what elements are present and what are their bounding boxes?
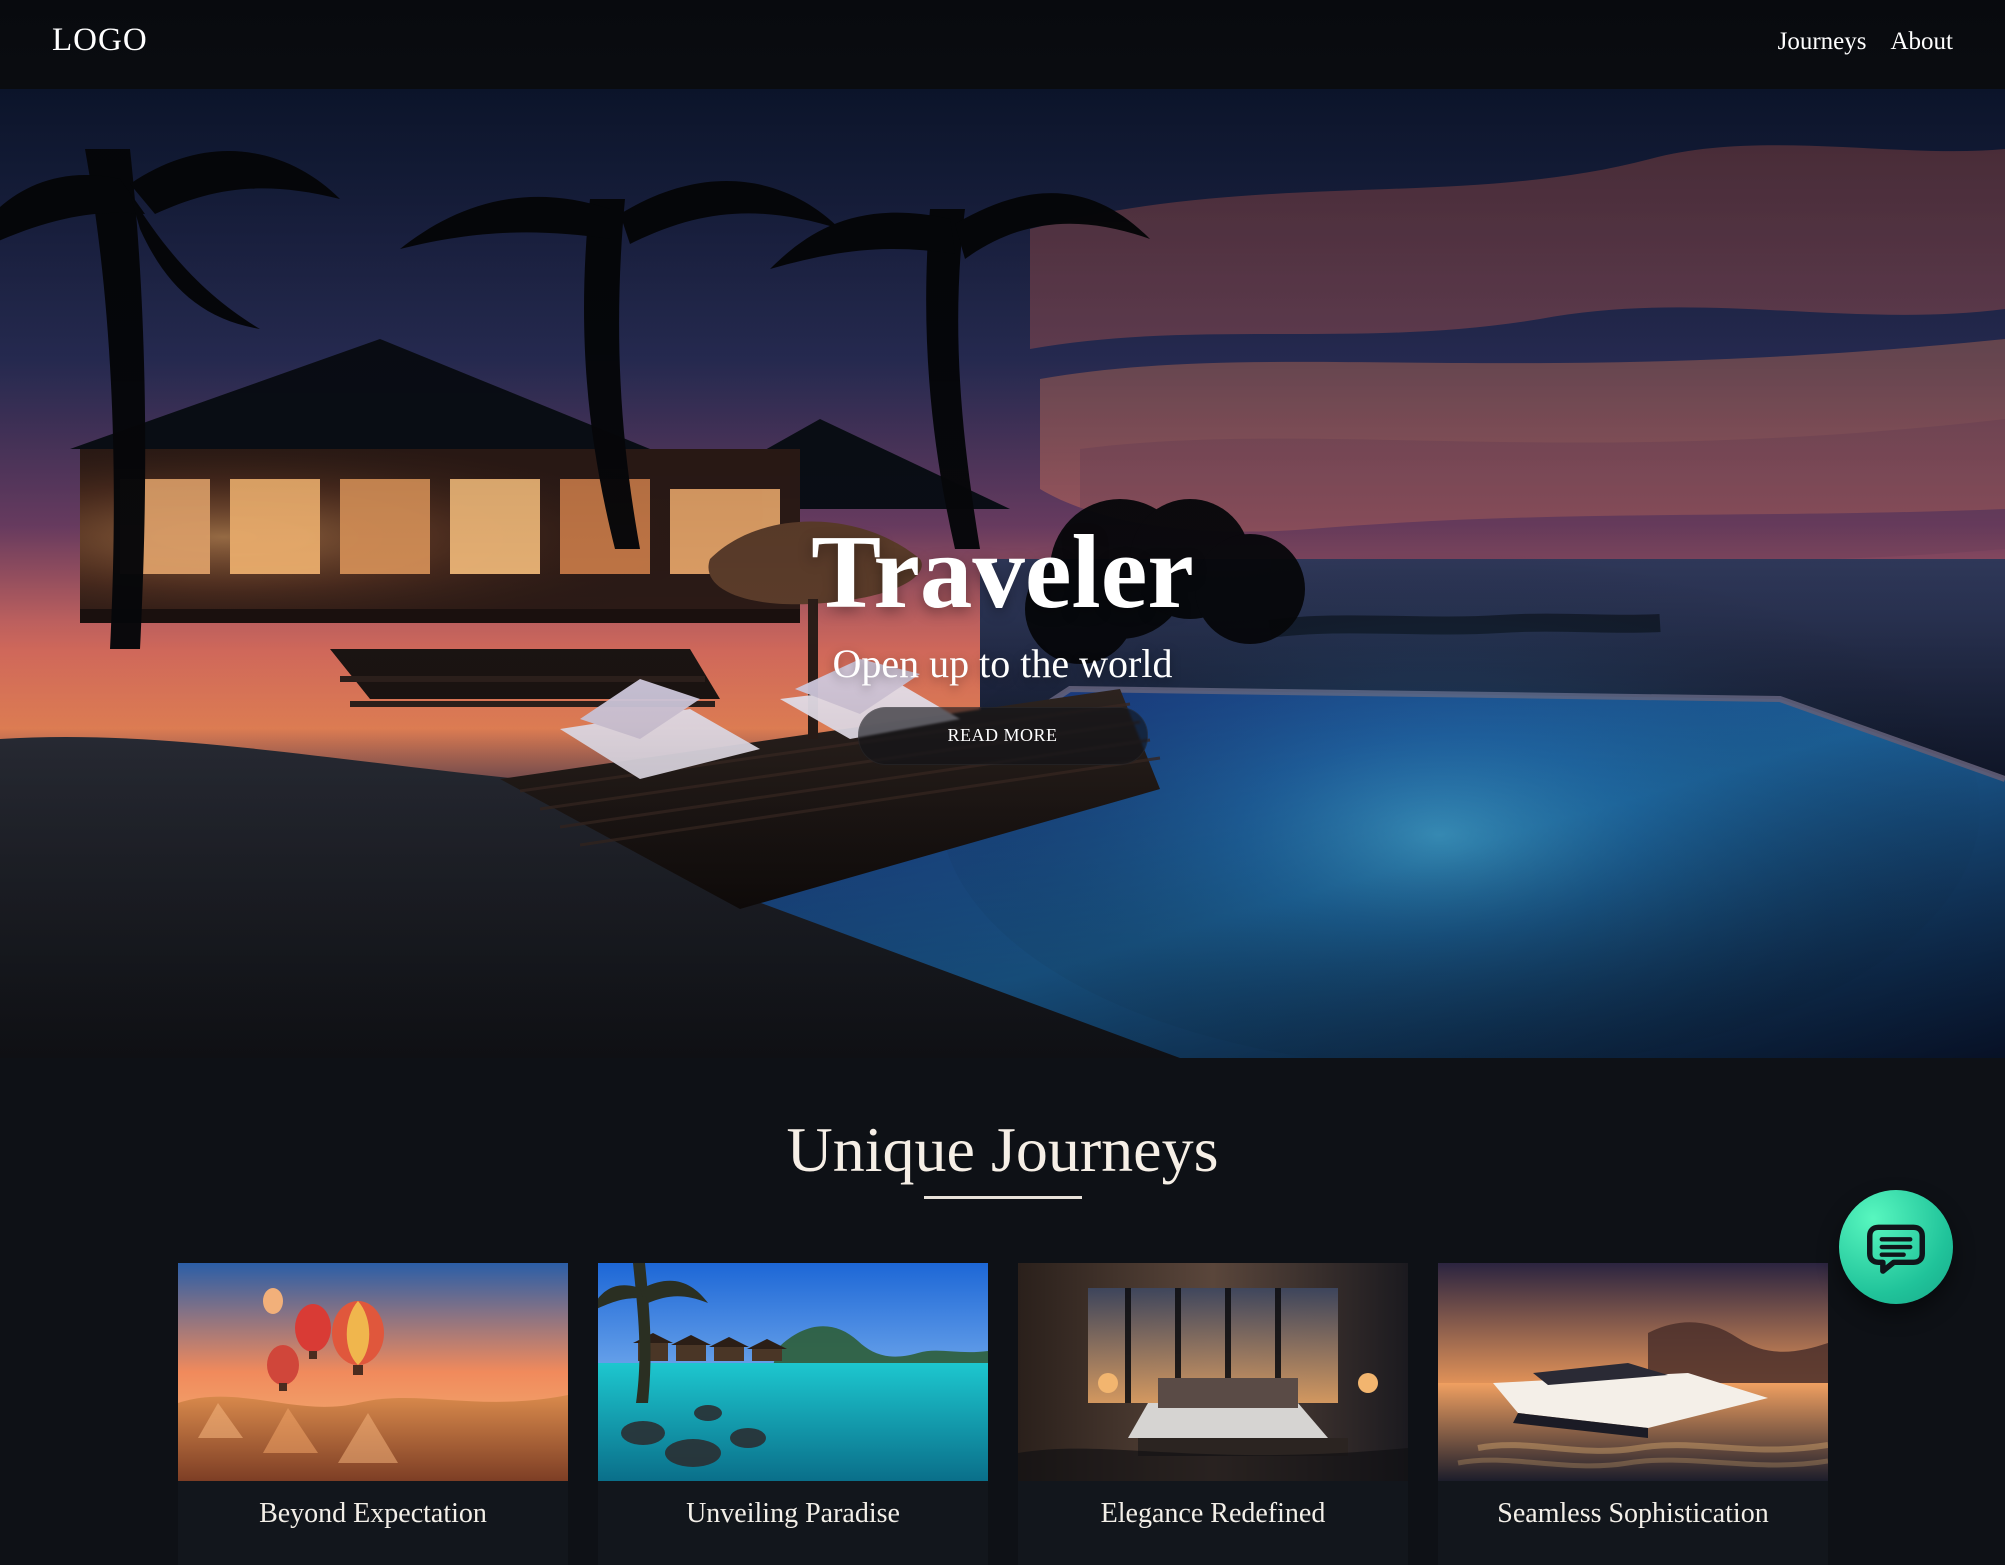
journey-card-4[interactable]: Seamless Sophistication: [1438, 1263, 1828, 1565]
top-navigation-bar: LOGO Journeys About: [0, 0, 2005, 89]
hero-banner: Traveler Open up to the world READ MORE: [0, 89, 2005, 1058]
hero-subtitle: Open up to the world: [832, 640, 1173, 686]
card-title: Beyond Expectation: [259, 1498, 487, 1529]
journey-cards: Beyond Expectation Unveiling Paradise El…: [178, 1263, 1828, 1565]
card-image-luxury-suite: [1018, 1263, 1408, 1481]
section-title: Unique Journeys: [786, 1114, 1219, 1185]
site-logo[interactable]: LOGO: [52, 22, 148, 59]
chat-button[interactable]: [1839, 1190, 1953, 1304]
card-image-overwater-bungalows: [598, 1263, 988, 1481]
journey-card-3[interactable]: Elegance Redefined: [1018, 1263, 1408, 1565]
card-image-hot-air-balloons: [178, 1263, 568, 1481]
read-more-button[interactable]: READ MORE: [857, 706, 1148, 765]
card-title: Seamless Sophistication: [1497, 1498, 1769, 1529]
nav-link-about[interactable]: About: [1891, 28, 1954, 56]
hero-title: Traveler: [811, 512, 1194, 630]
card-title: Unveiling Paradise: [686, 1498, 900, 1529]
top-nav: Journeys About: [1778, 28, 1953, 56]
card-title: Elegance Redefined: [1100, 1498, 1326, 1529]
section-title-underline: [923, 1196, 1082, 1199]
nav-link-journeys[interactable]: Journeys: [1778, 28, 1867, 56]
card-image-yacht-at-sunset: [1438, 1263, 1828, 1481]
journey-card-2[interactable]: Unveiling Paradise: [598, 1263, 988, 1565]
journey-card-1[interactable]: Beyond Expectation: [178, 1263, 568, 1565]
unique-journeys-section: Unique Journeys Beyond Expectation Unvei…: [0, 1058, 2005, 1565]
chat-icon: [1867, 1224, 1925, 1274]
